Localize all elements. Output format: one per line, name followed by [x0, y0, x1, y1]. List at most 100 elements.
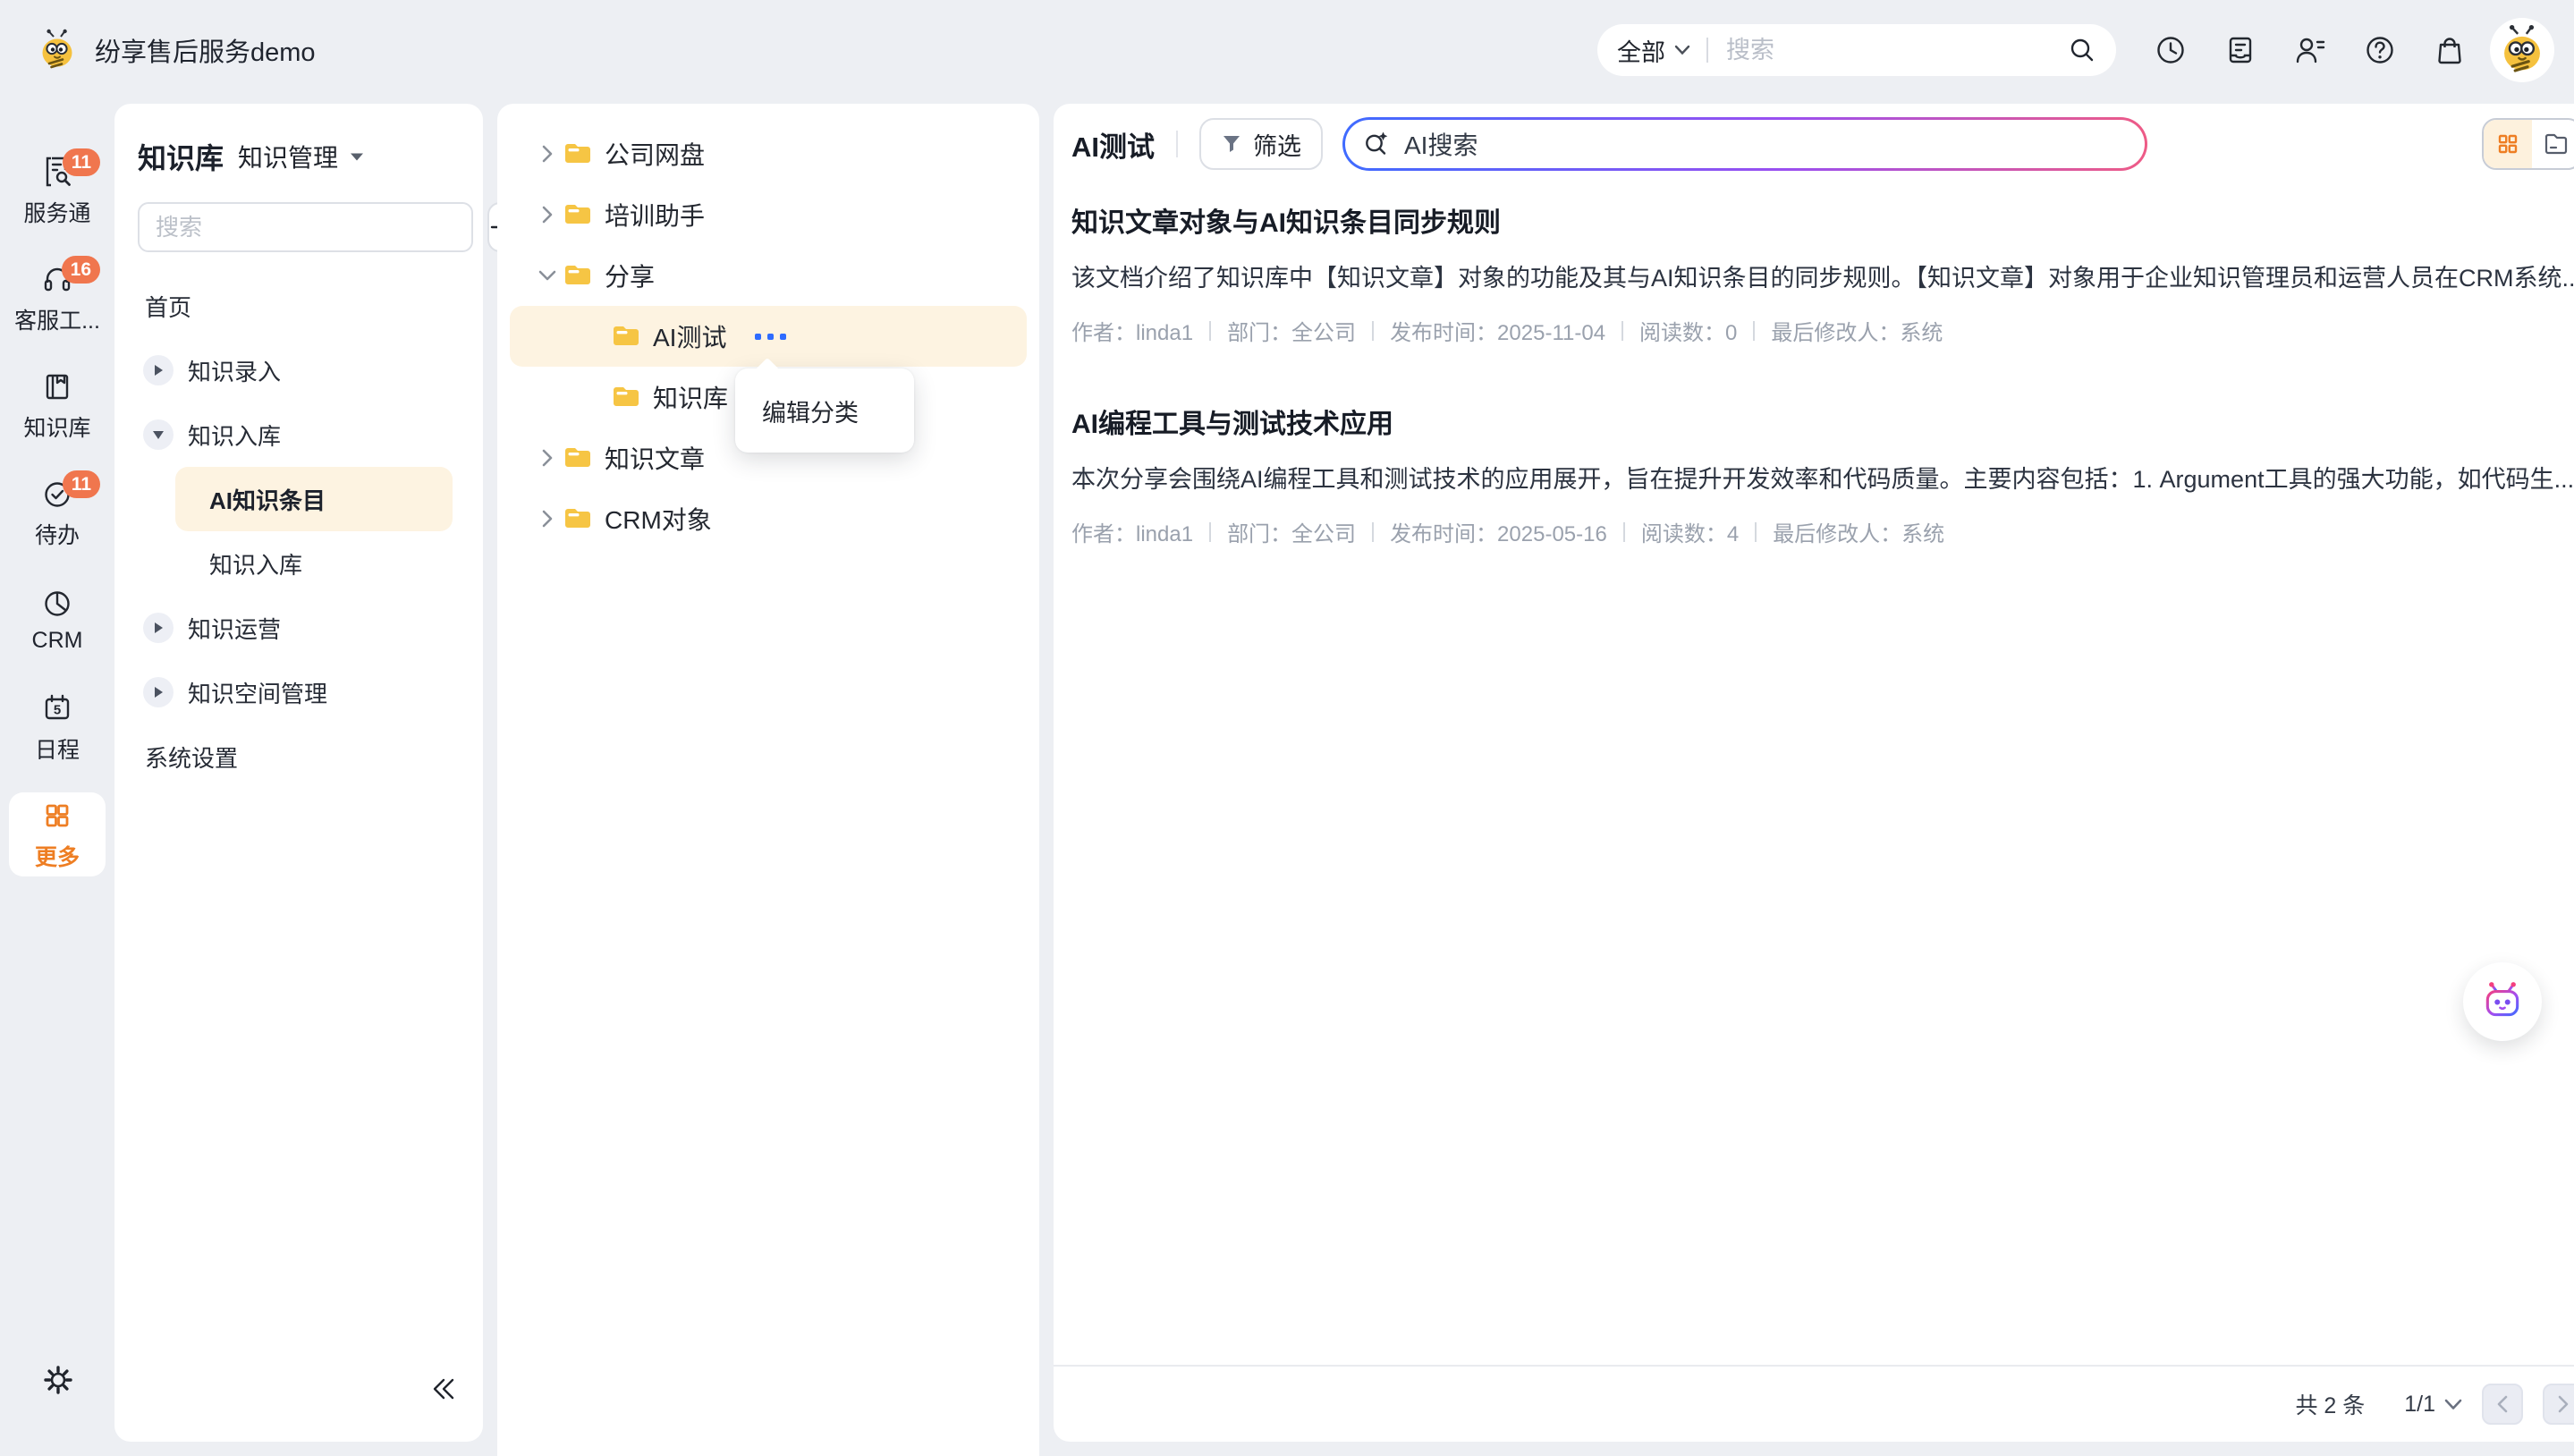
folder-icon	[612, 325, 640, 348]
article-meta: 作者：linda1 部门：全公司 发布时间：2025-05-16 阅读数：4 最…	[1071, 516, 2574, 547]
contacts-icon[interactable]	[2293, 33, 2327, 67]
nav-item-label: 知识空间管理	[188, 676, 327, 709]
nav-item-label: 知识运营	[188, 612, 281, 645]
expand-toggle-down-icon[interactable]	[143, 419, 174, 450]
calendar-icon: 5	[39, 690, 75, 726]
collapse-panel-icon[interactable]	[431, 1376, 458, 1406]
grid-view-button[interactable]	[2484, 120, 2532, 168]
ai-assistant-fab[interactable]	[2463, 962, 2542, 1041]
nav-item-inbound-child[interactable]: 知识入库	[132, 531, 465, 596]
tree-item-crm-objects[interactable]: CRM对象	[510, 488, 1027, 549]
meta-divider	[1372, 321, 1374, 341]
rail-item-label: 知识库	[23, 411, 90, 443]
chevron-right-icon	[2556, 1394, 2570, 1414]
nav-item-label: 知识录入	[188, 354, 281, 387]
meta-author: 作者：linda1	[1071, 315, 1193, 346]
rail-item-knowledge[interactable]: 知识库	[9, 363, 106, 447]
folder-icon	[563, 203, 592, 226]
meta-last-modifier: 最后修改人：系统	[1771, 315, 1943, 346]
ai-search-icon	[1363, 131, 1390, 157]
tree-item-label: CRM对象	[605, 501, 712, 537]
rail-item-todo[interactable]: 待办 11	[9, 470, 106, 554]
total-count: 共 2 条	[2295, 1388, 2365, 1420]
panel-title: 知识库	[138, 136, 224, 177]
nav-item-space-mgmt[interactable]: 知识空间管理	[132, 660, 465, 724]
topbar: 纷享售后服务demo 全部	[0, 0, 2574, 100]
rail-item-label: 日程	[35, 732, 80, 765]
article-summary: 本次分享会围绕AI编程工具和测试技术的应用展开，旨在提升开发效率和代码质量。主要…	[1071, 464, 2574, 495]
search-scope-label: 全部	[1617, 33, 1665, 68]
tree-item-ai-test[interactable]: AI测试	[510, 306, 1027, 367]
nav-item-entry[interactable]: 知识录入	[132, 338, 465, 402]
search-divider	[1706, 38, 1708, 63]
meta-divider	[1209, 321, 1211, 341]
tree-item-label: 分享	[605, 258, 655, 293]
global-search-input[interactable]	[1724, 36, 2068, 65]
ai-search-box[interactable]	[1342, 117, 2147, 171]
help-icon[interactable]	[2363, 33, 2397, 67]
pagination-bar: 共 2 条 1/1	[1054, 1365, 2574, 1442]
chevron-down-icon	[1674, 45, 1690, 55]
grid-view-icon	[2497, 133, 2519, 155]
rail-item-service[interactable]: 服务通 11	[9, 148, 106, 233]
meta-author: 作者：linda1	[1071, 516, 1193, 547]
article-title[interactable]: 知识文章对象与AI知识条目同步规则	[1071, 207, 2574, 240]
feed-inbox-icon[interactable]	[2223, 33, 2257, 67]
chevron-right-icon[interactable]	[537, 448, 558, 468]
filter-button[interactable]: 筛选	[1199, 118, 1323, 170]
tree-item-company-drive[interactable]: 公司网盘	[510, 123, 1027, 184]
chevron-right-icon[interactable]	[537, 509, 558, 529]
folder-icon	[563, 507, 592, 530]
expand-toggle-right-icon[interactable]	[143, 677, 174, 707]
chevron-right-icon[interactable]	[537, 144, 558, 164]
more-actions-icon[interactable]	[753, 328, 788, 345]
page-indicator: 1/1	[2404, 1392, 2435, 1418]
ai-search-input[interactable]	[1402, 129, 2136, 159]
nav-item-settings[interactable]: 系统设置	[132, 724, 465, 789]
context-menu: 编辑分类	[735, 368, 914, 453]
settings-gear-icon[interactable]	[39, 1361, 77, 1399]
nav-item-home[interactable]: 首页	[132, 274, 465, 338]
context-menu-item-edit-category[interactable]: 编辑分类	[762, 394, 859, 428]
rail-item-more[interactable]: 更多	[9, 792, 106, 876]
tree-item-label: AI测试	[653, 318, 726, 354]
history-clock-icon[interactable]	[2154, 33, 2188, 67]
next-page-button[interactable]	[2543, 1384, 2574, 1425]
nav-item-inbound[interactable]: 知识入库	[132, 402, 465, 467]
chevron-down-icon[interactable]	[537, 268, 558, 283]
expand-toggle-right-icon[interactable]	[143, 355, 174, 385]
panel-subtitle: 知识管理	[238, 139, 338, 174]
folder-view-button[interactable]	[2532, 120, 2574, 168]
topbar-icons	[2154, 33, 2467, 67]
rail-item-label: 客服工...	[14, 303, 100, 335]
prev-page-button[interactable]	[2482, 1384, 2523, 1425]
meta-department: 部门：全公司	[1227, 315, 1356, 346]
tree-item-label: 知识库	[653, 379, 728, 415]
pie-clock-icon	[39, 586, 75, 622]
global-search-bar[interactable]: 全部	[1597, 24, 2116, 76]
chevron-right-icon[interactable]	[537, 205, 558, 224]
rail-item-schedule[interactable]: 5 日程	[9, 685, 106, 769]
nav-item-label: 系统设置	[145, 741, 238, 774]
expand-toggle-right-icon[interactable]	[143, 613, 174, 643]
nav-item-ai-entries[interactable]: AI知识条目	[175, 467, 453, 531]
page-selector[interactable]: 1/1	[2404, 1392, 2462, 1418]
rail-item-support[interactable]: 客服工... 16	[9, 256, 106, 340]
user-avatar[interactable]	[2490, 18, 2554, 82]
search-icon[interactable]	[2068, 36, 2096, 64]
rail-item-label: CRM	[32, 628, 83, 654]
tree-item-training[interactable]: 培训助手	[510, 184, 1027, 245]
app-store-bag-icon[interactable]	[2433, 33, 2467, 67]
article-title[interactable]: AI编程工具与测试技术应用	[1071, 409, 2574, 441]
rail-item-crm[interactable]: CRM	[9, 578, 106, 662]
rail-item-label: 待办	[35, 518, 80, 550]
nav-item-operation[interactable]: 知识运营	[132, 596, 465, 660]
funnel-icon	[1221, 133, 1242, 155]
knowledge-search-input[interactable]	[138, 202, 473, 252]
caret-down-icon[interactable]	[349, 151, 365, 162]
search-scope-dropdown[interactable]: 全部	[1617, 33, 1690, 68]
meta-divider	[1209, 522, 1211, 542]
tree-item-label: 知识文章	[605, 440, 705, 476]
nav-item-label: 知识入库	[209, 547, 302, 580]
tree-item-share[interactable]: 分享	[510, 245, 1027, 306]
